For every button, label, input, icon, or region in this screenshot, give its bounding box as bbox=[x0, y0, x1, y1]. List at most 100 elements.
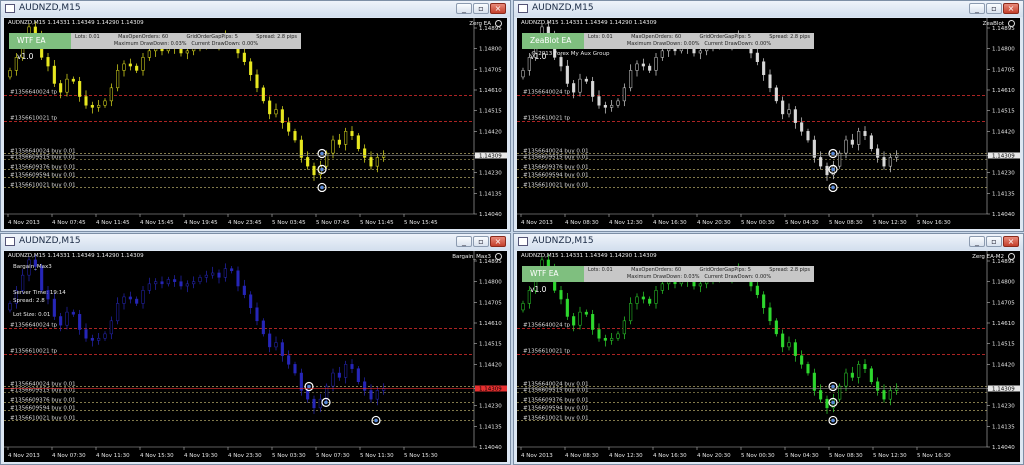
candle-body bbox=[629, 303, 633, 322]
buy-line-label: #1356640024 buy 0.01 bbox=[523, 382, 589, 388]
time-tick-label: 4 Nov 20:30 bbox=[697, 220, 731, 226]
price-tick-label: 1.14610 bbox=[479, 88, 502, 94]
window-title: AUDNZD,M15 bbox=[532, 3, 594, 13]
current-price-label: 1.14309 bbox=[479, 153, 502, 159]
candle-body bbox=[521, 303, 525, 311]
candle-body bbox=[565, 298, 569, 317]
time-tick-label: 5 Nov 00:30 bbox=[741, 220, 775, 226]
grid-gap-value: GridOrderGapPips: 5 bbox=[186, 34, 238, 40]
candle-body bbox=[762, 294, 766, 309]
restore-button[interactable]: ▫ bbox=[986, 3, 1002, 14]
current-drawdown: Current DrawDown: 0.00% bbox=[704, 274, 772, 280]
price-chart[interactable]: #1356640024 tp #1356610021 tp #1356640024 … bbox=[4, 18, 507, 229]
time-tick-label: 5 Nov 07:45 bbox=[316, 220, 350, 226]
window-title: AUDNZD,M15 bbox=[19, 236, 81, 246]
time-tick-label: 4 Nov 2013 bbox=[8, 220, 40, 226]
candle-body bbox=[654, 57, 658, 71]
chart-svg: #1356640024 tp #1356610021 tp #1356640024 … bbox=[517, 18, 1020, 226]
candle-body bbox=[344, 364, 348, 378]
price-chart[interactable]: #1356640024 tp #1356610021 tp #1356640024 … bbox=[517, 18, 1020, 229]
candle-body bbox=[648, 298, 652, 304]
time-tick-label: 5 Nov 16:30 bbox=[917, 453, 951, 459]
lot-size-value: Lot Size: 0.01 bbox=[13, 312, 51, 318]
price-tick-label: 1.14610 bbox=[479, 321, 502, 327]
time-tick-label: 5 Nov 12:30 bbox=[873, 220, 907, 226]
candle-body bbox=[242, 52, 246, 62]
time-tick-label: 4 Nov 16:30 bbox=[653, 220, 687, 226]
candle-body bbox=[610, 337, 614, 341]
price-tick-label: 1.14040 bbox=[479, 212, 502, 218]
candle-body bbox=[8, 303, 12, 311]
buy-line-label: #1356609594 buy 0.01 bbox=[523, 405, 589, 411]
window-titlebar[interactable]: AUDNZD,M15 _ ▫ × bbox=[514, 1, 1023, 17]
candle-body bbox=[318, 398, 322, 409]
close-button[interactable]: × bbox=[490, 3, 506, 14]
close-button[interactable]: × bbox=[1003, 3, 1019, 14]
candle-body bbox=[166, 279, 170, 285]
candle-body bbox=[84, 329, 88, 339]
time-tick-label: 5 Nov 08:30 bbox=[829, 220, 863, 226]
candle-body bbox=[819, 390, 823, 400]
time-tick-label: 4 Nov 16:30 bbox=[653, 453, 687, 459]
minimize-button[interactable]: _ bbox=[456, 236, 472, 247]
ea-name: ZeaBlot EA v1.0 bbox=[522, 33, 584, 61]
close-button[interactable]: × bbox=[1003, 236, 1019, 247]
window-titlebar[interactable]: AUDNZD,M15 _ ▫ × bbox=[514, 234, 1023, 250]
candle-body bbox=[838, 385, 842, 400]
candle-body bbox=[185, 50, 189, 54]
restore-button[interactable]: ▫ bbox=[473, 3, 489, 14]
price-chart[interactable]: #1356640024 tp #1356610021 tp #1356640024 … bbox=[4, 251, 507, 462]
close-button[interactable]: × bbox=[490, 236, 506, 247]
minimize-button[interactable]: _ bbox=[456, 3, 472, 14]
max-open-value: MaxOpenOrders: 60 bbox=[631, 34, 682, 40]
price-tick-label: 1.14420 bbox=[479, 129, 502, 135]
candle-body bbox=[103, 100, 107, 106]
chart-window-bottom-right[interactable]: AUDNZD,M15 _ ▫ × #1356640024 tp #13566100… bbox=[513, 233, 1024, 465]
candle-body bbox=[888, 390, 892, 400]
time-tick-label: 5 Nov 11:30 bbox=[360, 453, 394, 459]
candle-body bbox=[173, 279, 177, 282]
ea-info-panel: ZeaBlot EA v1.0 Lots: 0.01 MaxOpenOrders:… bbox=[522, 33, 814, 61]
chart-window-top-right[interactable]: AUDNZD,M15 _ ▫ × #1356640024 tp #13566100… bbox=[513, 0, 1024, 232]
grid-gap-value: GridOrderGapPips: 5 bbox=[699, 34, 751, 40]
candle-body bbox=[261, 87, 265, 102]
candle-body bbox=[331, 372, 335, 387]
chart-window-top-left[interactable]: AUDNZD,M15 _ ▫ × #1356640024 tp #13566100… bbox=[0, 0, 511, 232]
minimize-button[interactable]: _ bbox=[969, 3, 985, 14]
ea-info-panel: WTF EA v1.0 Lots: 0.01 MaxOpenOrders: 60 G… bbox=[522, 266, 814, 294]
price-tick-label: 1.14135 bbox=[992, 191, 1015, 197]
restore-button[interactable]: ▫ bbox=[473, 236, 489, 247]
candle-body bbox=[787, 342, 791, 348]
candle-body bbox=[572, 83, 576, 93]
price-tick-label: 1.14515 bbox=[992, 109, 1015, 115]
time-tick-label: 4 Nov 23:45 bbox=[228, 220, 262, 226]
candle-body bbox=[641, 63, 645, 67]
smiley-icon bbox=[495, 20, 502, 27]
buy-line-label: #1356610021 buy 0.01 bbox=[10, 415, 76, 421]
ea-name: WTF EA v1.0 bbox=[9, 33, 71, 61]
window-titlebar[interactable]: AUDNZD,M15 _ ▫ × bbox=[1, 1, 510, 17]
price-tick-label: 1.14135 bbox=[479, 191, 502, 197]
window-titlebar[interactable]: AUDNZD,M15 _ ▫ × bbox=[1, 234, 510, 250]
time-tick-label: 4 Nov 23:30 bbox=[228, 453, 262, 459]
symbol-header: AUDNZD,M15 1.14331 1.14349 1.14290 1.143… bbox=[8, 20, 144, 26]
price-chart[interactable]: #1356640024 tp #1356610021 tp #1356640024 … bbox=[517, 251, 1020, 462]
candle-body bbox=[71, 311, 75, 315]
ea-stats: Lots: 0.01 MaxOpenOrders: 60 GridOrderGapP… bbox=[584, 266, 814, 282]
tp-line-label: #1356610021 tp bbox=[10, 349, 58, 355]
chart-window-bottom-left[interactable]: AUDNZD,M15 _ ▫ × #1356640024 tp #13566100… bbox=[0, 233, 511, 465]
restore-button[interactable]: ▫ bbox=[986, 236, 1002, 247]
candle-body bbox=[261, 320, 265, 335]
candle-body bbox=[312, 165, 316, 176]
smiley-icon bbox=[1008, 20, 1015, 27]
minimize-button[interactable]: _ bbox=[969, 236, 985, 247]
current-price-label: 1.14309 bbox=[992, 386, 1015, 392]
time-tick-label: 4 Nov 11:45 bbox=[96, 220, 130, 226]
buy-line-label: #1356610021 buy 0.01 bbox=[523, 415, 589, 421]
time-tick-label: 5 Nov 11:45 bbox=[360, 220, 394, 226]
candle-body bbox=[882, 390, 886, 400]
candle-body bbox=[21, 274, 25, 291]
price-tick-label: 1.14040 bbox=[992, 212, 1015, 218]
candle-body bbox=[806, 131, 810, 141]
trade-marker-center bbox=[324, 400, 328, 405]
